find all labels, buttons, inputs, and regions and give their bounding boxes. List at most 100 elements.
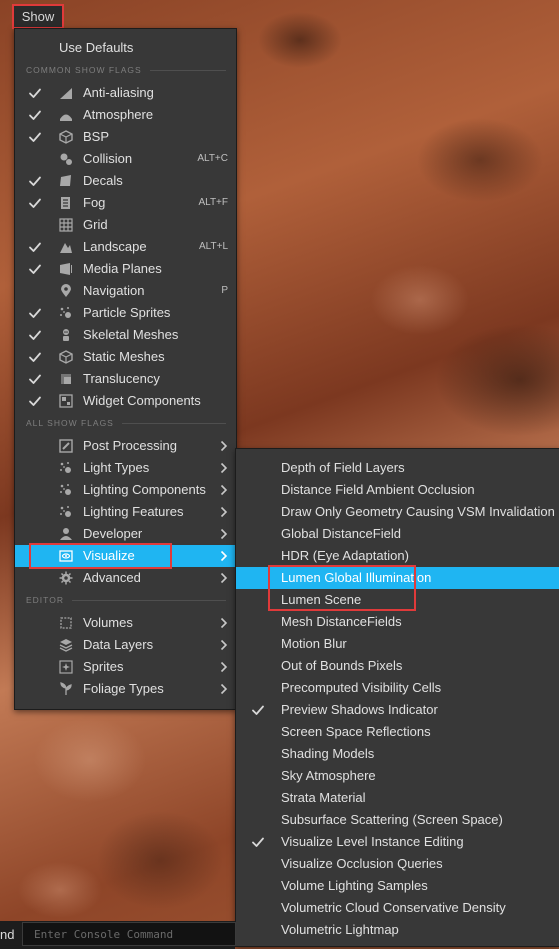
console-command-input[interactable]: Enter Console Command <box>22 922 236 946</box>
submenu-item-data-layers[interactable]: Data Layers <box>15 634 236 656</box>
visualize-item-volume-lighting-samples[interactable]: Volume Lighting Samples <box>236 875 559 897</box>
show-flag-item-anti-aliasing[interactable]: Anti-aliasing <box>15 82 236 104</box>
submenu-item-volumes[interactable]: Volumes <box>15 612 236 634</box>
visualize-item-lumen-scene[interactable]: Lumen Scene <box>236 589 559 611</box>
menu-item-label: Sky Atmosphere <box>281 768 376 783</box>
show-flag-item-decals[interactable]: Decals <box>15 170 236 192</box>
visualize-item-visualize-level-instance-editing[interactable]: Visualize Level Instance Editing <box>236 831 559 853</box>
submenu-item-visualize[interactable]: Visualize <box>15 545 236 567</box>
menu-item-label: Post Processing <box>83 438 177 453</box>
media-planes-icon <box>59 262 73 276</box>
submenu-item-foliage-types[interactable]: Foliage Types <box>15 678 236 700</box>
navigation-icon <box>59 284 73 298</box>
visualize-item-out-of-bounds-pixels[interactable]: Out of Bounds Pixels <box>236 655 559 677</box>
show-flag-item-translucency[interactable]: Translucency <box>15 368 236 390</box>
antialias-icon <box>59 86 73 100</box>
checkmark-icon <box>28 86 42 100</box>
show-flag-item-landscape[interactable]: Landscape ALT+L <box>15 236 236 258</box>
visualize-item-mesh-distancefields[interactable]: Mesh DistanceFields <box>236 611 559 633</box>
visualize-item-distance-field-ambient-occlusion[interactable]: Distance Field Ambient Occlusion <box>236 479 559 501</box>
visualize-item-visualize-occlusion-queries[interactable]: Visualize Occlusion Queries <box>236 853 559 875</box>
checkmark-icon <box>28 130 42 144</box>
menu-item-label: Visualize Level Instance Editing <box>281 834 464 849</box>
menu-item-label: Out of Bounds Pixels <box>281 658 403 673</box>
visualize-item-lumen-global-illumination[interactable]: Lumen Global Illumination <box>236 567 559 589</box>
section-editor-label: EDITOR <box>26 595 64 605</box>
shortcut-label: P <box>221 285 228 296</box>
menu-item-label: Developer <box>83 526 143 541</box>
checkmark-icon <box>251 835 265 849</box>
show-flag-item-navigation[interactable]: Navigation P <box>15 280 236 302</box>
submenu-item-lighting-features[interactable]: Lighting Features <box>15 501 236 523</box>
chevron-right-icon <box>220 572 228 584</box>
show-flag-item-collision[interactable]: Collision ALT+C <box>15 148 236 170</box>
show-flag-item-media-planes[interactable]: Media Planes <box>15 258 236 280</box>
visualize-item-hdr-eye-adaptation[interactable]: HDR (Eye Adaptation) <box>236 545 559 567</box>
atmosphere-icon <box>59 108 73 122</box>
shortcut-label: ALT+F <box>198 197 228 208</box>
show-flag-item-bsp[interactable]: BSP <box>15 126 236 148</box>
visualize-item-depth-of-field-layers[interactable]: Depth of Field Layers <box>236 457 559 479</box>
visualize-item-preview-shadows-indicator[interactable]: Preview Shadows Indicator <box>236 699 559 721</box>
visualize-item-shading-models[interactable]: Shading Models <box>236 743 559 765</box>
visualize-item-strata-material[interactable]: Strata Material <box>236 787 559 809</box>
chevron-right-icon <box>220 617 228 629</box>
submenu-item-light-types[interactable]: Light Types <box>15 457 236 479</box>
menu-item-label: Anti-aliasing <box>83 85 154 100</box>
visualize-item-precomputed-visibility-cells[interactable]: Precomputed Visibility Cells <box>236 677 559 699</box>
submenu-item-developer[interactable]: Developer <box>15 523 236 545</box>
show-menu-button[interactable]: Show <box>12 4 64 29</box>
chevron-right-icon <box>220 484 228 496</box>
menu-item-label: Navigation <box>83 283 145 298</box>
menu-item-label: Draw Only Geometry Causing VSM Invalidat… <box>281 504 555 519</box>
visualize-item-subsurface-scattering-screen-space[interactable]: Subsurface Scattering (Screen Space) <box>236 809 559 831</box>
advanced-icon <box>59 571 73 585</box>
visualize-item-draw-only-geometry-causing-vsm-invalidation[interactable]: Draw Only Geometry Causing VSM Invalidat… <box>236 501 559 523</box>
menu-item-label: Atmosphere <box>83 107 154 122</box>
volumes-icon <box>59 616 73 630</box>
visualize-item-sky-atmosphere[interactable]: Sky Atmosphere <box>236 765 559 787</box>
lighting-features-icon <box>59 505 73 519</box>
visualize-item-global-distancefield[interactable]: Global DistanceField <box>236 523 559 545</box>
show-flag-item-particle-sprites[interactable]: Particle Sprites <box>15 302 236 324</box>
menu-item-label: Data Layers <box>83 637 154 652</box>
use-defaults-item[interactable]: Use Defaults <box>15 37 236 59</box>
submenu-item-post-processing[interactable]: Post Processing <box>15 435 236 457</box>
menu-item-label: Decals <box>83 173 123 188</box>
chevron-right-icon <box>220 462 228 474</box>
menu-item-label: Lighting Features <box>83 504 184 519</box>
visualize-item-volumetric-lightmap[interactable]: Volumetric Lightmap <box>236 919 559 941</box>
checkmark-icon <box>251 703 265 717</box>
menu-item-label: Foliage Types <box>83 681 164 696</box>
use-defaults-label: Use Defaults <box>59 40 134 55</box>
menu-item-label: Depth of Field Layers <box>281 460 405 475</box>
menu-item-label: Fog <box>83 195 106 210</box>
show-flag-item-skeletal-meshes[interactable]: Skeletal Meshes <box>15 324 236 346</box>
menu-item-label: BSP <box>83 129 110 144</box>
section-common-show-flags: COMMON SHOW FLAGS <box>26 63 226 77</box>
visualize-item-motion-blur[interactable]: Motion Blur <box>236 633 559 655</box>
menu-item-label: Grid <box>83 217 108 232</box>
show-flag-item-atmosphere[interactable]: Atmosphere <box>15 104 236 126</box>
visualize-item-screen-space-reflections[interactable]: Screen Space Reflections <box>236 721 559 743</box>
light-types-icon <box>59 461 73 475</box>
show-flag-item-widget-components[interactable]: Widget Components <box>15 390 236 412</box>
checkmark-icon <box>28 372 42 386</box>
menu-item-label: Global DistanceField <box>281 526 401 541</box>
chevron-right-icon <box>220 440 228 452</box>
visualize-item-volumetric-cloud-conservative-density[interactable]: Volumetric Cloud Conservative Density <box>236 897 559 919</box>
submenu-item-lighting-components[interactable]: Lighting Components <box>15 479 236 501</box>
show-flag-item-static-meshes[interactable]: Static Meshes <box>15 346 236 368</box>
fog-icon <box>59 196 73 210</box>
submenu-item-sprites[interactable]: Sprites <box>15 656 236 678</box>
chevron-right-icon <box>220 661 228 673</box>
menu-item-label: Precomputed Visibility Cells <box>281 680 442 695</box>
menu-item-label: Static Meshes <box>83 349 165 364</box>
visualize-submenu: Depth of Field Layers Distance Field Ambi… <box>235 448 559 947</box>
show-flag-item-fog[interactable]: Fog ALT+F <box>15 192 236 214</box>
show-flag-item-grid[interactable]: Grid <box>15 214 236 236</box>
checkmark-icon <box>28 174 42 188</box>
submenu-item-advanced[interactable]: Advanced <box>15 567 236 589</box>
chevron-right-icon <box>220 550 228 562</box>
chevron-right-icon <box>220 506 228 518</box>
